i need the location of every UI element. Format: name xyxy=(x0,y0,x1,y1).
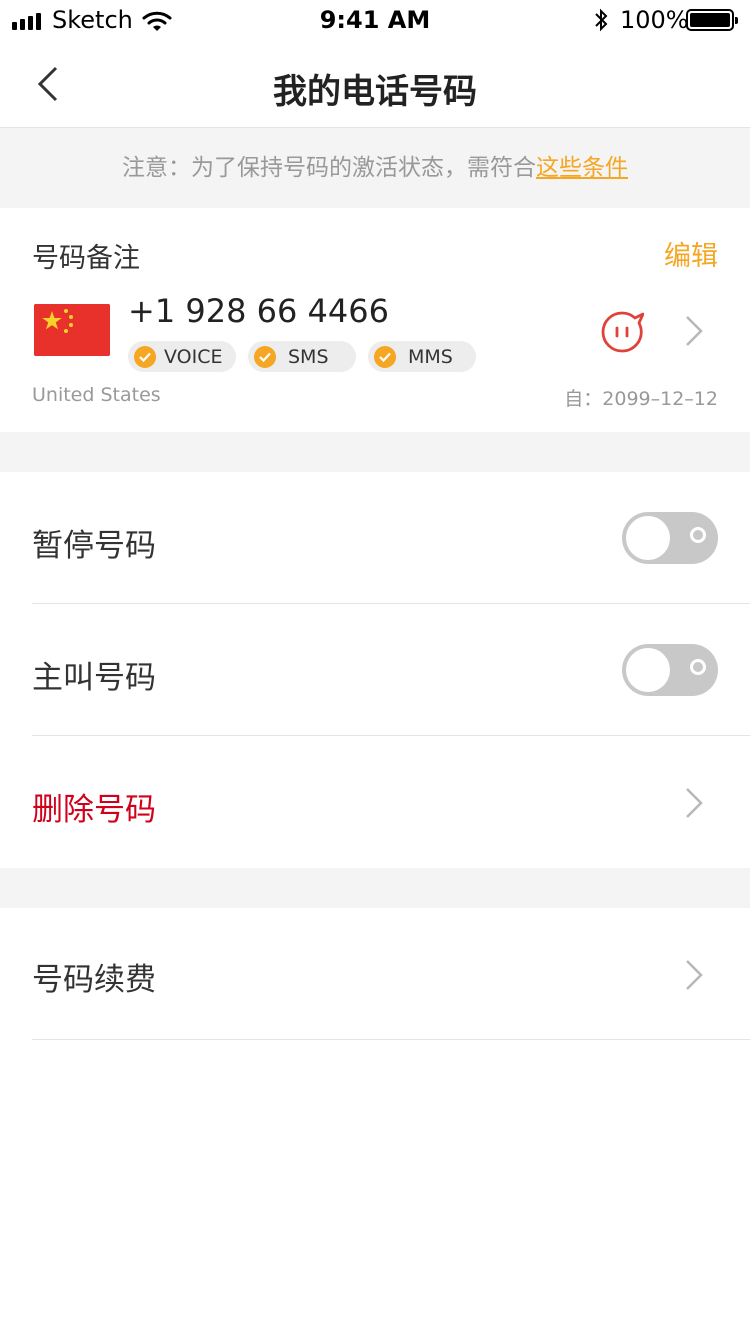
nav-bar: 我的电话号码 xyxy=(0,40,750,128)
pause-number-toggle[interactable] xyxy=(622,512,718,564)
page-title: 我的电话号码 xyxy=(273,72,477,112)
service-badge-sms: SMS xyxy=(248,341,356,372)
chevron-right-icon[interactable] xyxy=(684,314,704,348)
primary-number-label: 主叫号码 xyxy=(32,660,156,696)
chevron-right-icon xyxy=(686,960,703,990)
battery-percent: 100% xyxy=(620,6,689,34)
chevron-right-icon xyxy=(686,788,703,818)
section-gap xyxy=(0,432,750,472)
bluetooth-icon xyxy=(595,8,608,32)
toggle-knob xyxy=(626,648,670,692)
check-icon xyxy=(374,345,396,368)
delete-number-row[interactable]: 删除号码 xyxy=(0,736,750,868)
delete-number-label: 删除号码 xyxy=(32,792,156,828)
renew-number-label: 号码续费 xyxy=(32,962,156,998)
edit-button[interactable]: 编辑 xyxy=(664,234,718,273)
phone-number: +1 928 66 4466 xyxy=(128,292,389,330)
notice-text: 注意：为了保持号码的激活状态，需符合 xyxy=(122,155,536,181)
toggle-off-icon xyxy=(690,527,706,543)
primary-number-row: 主叫号码 xyxy=(0,604,750,736)
pause-number-row: 暂停号码 xyxy=(0,472,750,604)
check-icon xyxy=(134,345,156,368)
service-badge-voice: VOICE xyxy=(128,341,236,372)
toggle-knob xyxy=(626,516,670,560)
check-icon xyxy=(254,345,276,368)
service-badge-mms: MMS xyxy=(368,341,476,372)
section-gap xyxy=(0,868,750,908)
country-name: United States xyxy=(32,384,161,406)
number-note-title: 号码备注 xyxy=(32,243,140,274)
service-label: MMS xyxy=(408,345,453,368)
status-bar: Sketch 9:41 AM 100% xyxy=(0,0,750,40)
notice-banner: 注意：为了保持号码的激活状态，需符合这些条件 xyxy=(0,128,750,208)
pause-number-label: 暂停号码 xyxy=(32,528,156,564)
china-flag-icon xyxy=(34,304,110,356)
renew-number-row[interactable]: 号码续费 xyxy=(0,908,750,1040)
divider xyxy=(32,1039,750,1040)
active-since-date: 自：2099–12–12 xyxy=(564,388,718,410)
service-label: VOICE xyxy=(164,345,223,368)
toggle-off-icon xyxy=(690,659,706,675)
battery-icon xyxy=(686,9,738,31)
chat-bubble-icon[interactable] xyxy=(600,310,644,354)
number-card: 号码备注 编辑 +1 928 66 4466 VOICE SMS MMS Uni… xyxy=(0,208,750,432)
service-label: SMS xyxy=(288,345,329,368)
primary-number-toggle[interactable] xyxy=(622,644,718,696)
conditions-link[interactable]: 这些条件 xyxy=(536,155,628,181)
